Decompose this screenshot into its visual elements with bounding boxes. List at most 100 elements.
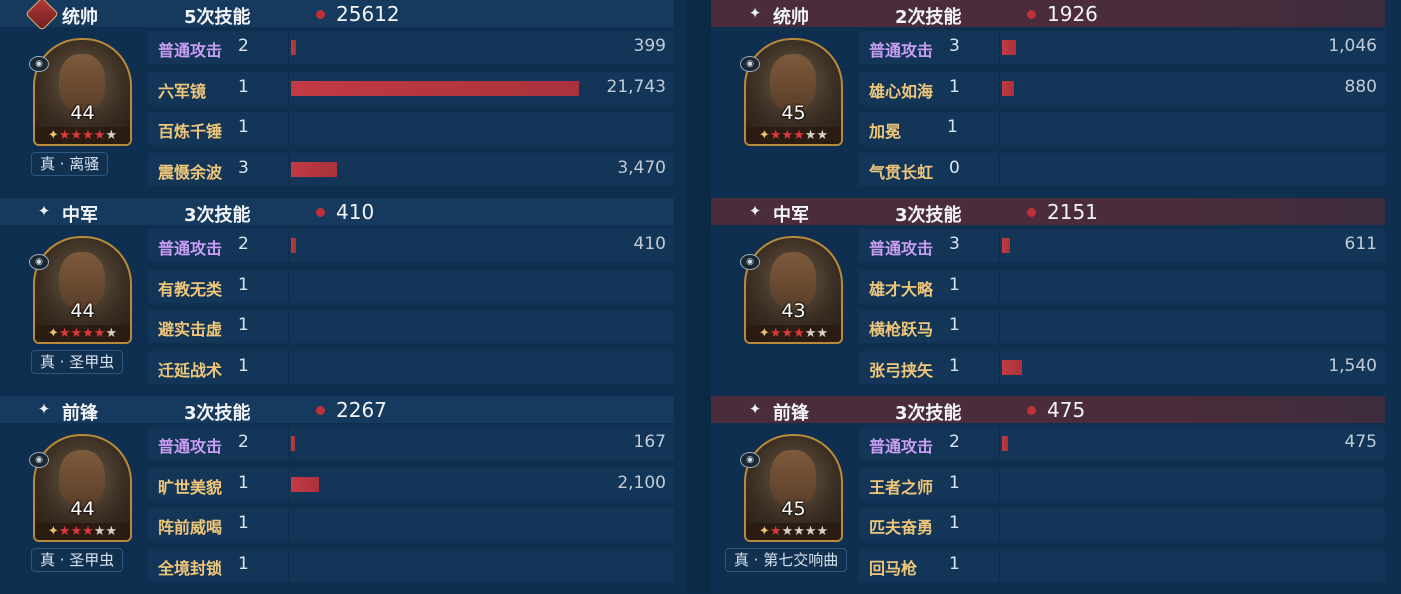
star-icon: ★	[58, 326, 71, 341]
skill-name[interactable]: 避实击虚	[158, 316, 222, 340]
total-damage: 2267	[336, 398, 387, 422]
skill-name[interactable]: 雄心如海	[869, 78, 933, 102]
skill-name[interactable]: 普通攻击	[869, 235, 933, 259]
skill-name[interactable]: 六军镜	[158, 78, 206, 102]
lead-star-icon: ✦	[758, 326, 770, 341]
skill-name[interactable]: 张弓挟矢	[869, 357, 933, 381]
row-divider	[288, 427, 289, 460]
star-icon: ★	[793, 524, 805, 539]
row-divider	[288, 549, 289, 582]
skill-cast-count: 5次技能	[184, 7, 251, 28]
skill-level: 3	[949, 234, 960, 254]
troop-type-icon: ◉	[740, 56, 760, 72]
skill-name[interactable]: 有教无类	[158, 276, 222, 300]
skill-name[interactable]: 横枪跃马	[869, 316, 933, 340]
general-block: ✦ 统帅 2次技能 1926 45 ✦★★★★★ ◉ 普通攻击 3 1,046 雄心如海 1 880 加冕…	[711, 0, 1385, 198]
row-divider	[999, 351, 1000, 384]
star-icon: ★	[781, 128, 794, 143]
row-divider	[999, 427, 1000, 460]
skill-name[interactable]: 普通攻击	[869, 37, 933, 61]
skill-damage: 611	[1344, 234, 1377, 254]
general-portrait[interactable]: 43 ✦★★★★★	[744, 236, 843, 344]
row-divider	[288, 508, 289, 541]
skill-name[interactable]: 王者之师	[869, 474, 933, 498]
general-portrait[interactable]: 44 ✦★★★★★	[33, 236, 132, 344]
skill-level: 2	[238, 36, 249, 56]
skill-name[interactable]: 全境封锁	[158, 555, 222, 579]
general-portrait[interactable]: 45 ✦★★★★★	[744, 38, 843, 146]
skill-level: 1	[238, 77, 249, 97]
skill-damage: 475	[1344, 432, 1377, 452]
star-icon: ★	[804, 128, 817, 143]
row-divider	[999, 270, 1000, 303]
row-divider	[288, 31, 289, 64]
damage-dot-icon	[316, 10, 325, 19]
general-level: 44	[70, 300, 95, 322]
sparkle-icon: ✦	[748, 400, 762, 418]
star-icon: ★	[58, 128, 71, 143]
total-damage: 25612	[336, 2, 400, 26]
damage-bar	[1002, 436, 1008, 451]
skill-name[interactable]: 旷世美貌	[158, 474, 222, 498]
skill-name[interactable]: 震慑余波	[158, 159, 222, 183]
troop-type-icon: ◉	[740, 452, 760, 468]
general-block: 统帅 5次技能 25612 44 ✦★★★★★ ◉ 真 · 离骚 普通攻击 2 399 六军镜 1 21…	[0, 0, 674, 198]
general-block: ✦ 中军 3次技能 410 44 ✦★★★★★ ◉ 真 · 圣甲虫 普通攻击 2 410 有教无类 1 避…	[0, 198, 674, 396]
general-block: ✦ 前锋 3次技能 475 45 ✦★★★★★ ◉ 真 · 第七交响曲 普通攻击 2 475 王者之师…	[711, 396, 1385, 594]
role-label: 中军	[62, 205, 98, 226]
skill-damage: 1,046	[1328, 36, 1377, 56]
row-divider	[999, 153, 1000, 186]
tactic-tag[interactable]: 真 · 第七交响曲	[725, 548, 848, 572]
skill-damage: 880	[1344, 77, 1377, 97]
tactic-tag[interactable]: 真 · 离骚	[31, 152, 109, 176]
star-icon: ★	[58, 524, 71, 539]
skill-name[interactable]: 雄才大略	[869, 276, 933, 300]
skill-name[interactable]: 回马枪	[869, 555, 917, 579]
skill-name[interactable]: 普通攻击	[869, 433, 933, 457]
skill-level: 1	[949, 554, 960, 574]
general-header: ✦ 前锋 3次技能 475	[711, 396, 1385, 424]
star-icon: ★	[70, 524, 83, 539]
lead-star-icon: ✦	[47, 524, 59, 539]
row-divider	[999, 229, 1000, 262]
lead-star-icon: ✦	[758, 128, 770, 143]
general-portrait[interactable]: 45 ✦★★★★★	[744, 434, 843, 542]
star-icon: ★	[816, 524, 829, 539]
star-icon: ★	[82, 128, 94, 143]
general-header: ✦ 中军 3次技能 2151	[711, 198, 1385, 226]
skill-name[interactable]: 普通攻击	[158, 433, 222, 457]
damage-bar	[1002, 360, 1022, 375]
skill-damage: 1,540	[1328, 356, 1377, 376]
troop-type-icon: ◉	[29, 254, 49, 270]
skill-name[interactable]: 普通攻击	[158, 37, 222, 61]
row-divider	[288, 310, 289, 343]
skill-name[interactable]: 匹夫奋勇	[869, 514, 933, 538]
skill-damage: 3,470	[617, 158, 666, 178]
skill-row: 雄才大略 1	[859, 270, 1385, 303]
skill-name[interactable]: 普通攻击	[158, 235, 222, 259]
tactic-tag[interactable]: 真 · 圣甲虫	[31, 350, 124, 374]
damage-bar	[291, 81, 579, 96]
star-icon: ★	[804, 524, 817, 539]
skill-row: 加冕 1	[859, 112, 1385, 145]
skill-cast-count: 2次技能	[895, 7, 962, 28]
skill-name[interactable]: 阵前威喝	[158, 514, 222, 538]
general-portrait[interactable]: 44 ✦★★★★★	[33, 38, 132, 146]
general-level: 44	[70, 498, 95, 520]
skill-row: 六军镜 1 21,743	[148, 72, 674, 105]
skill-level: 1	[947, 117, 958, 137]
skill-name[interactable]: 百炼千锤	[158, 118, 222, 142]
skill-name[interactable]: 气贯长虹	[869, 159, 933, 183]
skill-level: 3	[238, 158, 249, 178]
damage-bar	[291, 40, 296, 55]
star-icon: ★	[781, 326, 794, 341]
tactic-tag[interactable]: 真 · 圣甲虫	[31, 548, 124, 572]
skill-damage: 21,743	[606, 77, 666, 97]
general-portrait[interactable]: 44 ✦★★★★★	[33, 434, 132, 542]
skill-name[interactable]: 迁延战术	[158, 357, 222, 381]
skill-name[interactable]: 加冕	[869, 118, 901, 142]
row-divider	[999, 112, 1000, 145]
damage-dot-icon	[1027, 208, 1036, 217]
skill-level: 1	[238, 473, 249, 493]
skill-row: 张弓挟矢 1 1,540	[859, 351, 1385, 384]
